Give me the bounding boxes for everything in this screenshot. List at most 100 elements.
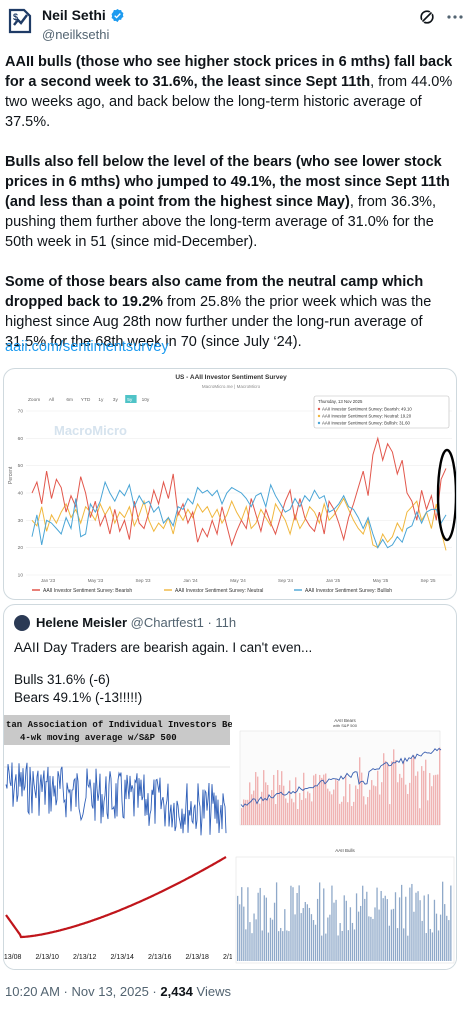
range-button-5y[interactable]: 5y — [127, 397, 133, 403]
bulls-bar — [364, 898, 366, 961]
bulls-bar — [401, 884, 403, 961]
bulls-bar — [439, 914, 442, 961]
range-button-10y[interactable]: 10y — [142, 397, 150, 403]
bulls-chart-plot — [235, 856, 455, 964]
bulls-bar — [275, 882, 278, 961]
more-options-icon[interactable] — [446, 10, 464, 24]
y-tick-label: 10 — [18, 573, 24, 579]
bears-bar — [391, 761, 393, 825]
sentiment-chart-image[interactable]: US - AAII Investor Sentiment Survey Macr… — [3, 368, 457, 600]
bulls-bar — [314, 924, 317, 961]
bears-bar — [431, 786, 433, 825]
bears-bar — [395, 760, 397, 825]
bulls-bar — [427, 894, 429, 961]
bulls-bar — [411, 883, 413, 961]
bears-bar — [269, 798, 271, 825]
bulls-bar — [245, 929, 247, 961]
bulls-bar — [259, 887, 261, 961]
range-button-all[interactable]: All — [49, 397, 54, 403]
bulls-bar — [337, 935, 339, 961]
bulls-bar — [360, 905, 362, 961]
bulls-bar — [429, 928, 431, 961]
bears-bar — [249, 782, 251, 825]
post-timestamp[interactable]: 10:20 AM · Nov 13, 2025 · — [5, 984, 160, 999]
bulls-bar — [304, 901, 306, 961]
bulls-bar — [257, 892, 259, 961]
bulls-bar — [269, 917, 272, 961]
range-button-6m[interactable]: 6m — [66, 397, 73, 403]
quoted-tweet[interactable]: Helene Meisler @Chartfest1 · 11h AAII Da… — [3, 604, 457, 970]
sentiment-survey-link[interactable]: aaii.com/sentimentsurvey — [5, 339, 169, 355]
bulls-bar — [282, 931, 284, 961]
author-handle[interactable]: @neilksethi — [42, 27, 109, 42]
bears-bar — [329, 791, 331, 825]
bulls-bar — [302, 908, 304, 961]
bears-bar — [367, 797, 369, 825]
x-tick-label: Jan '24 — [183, 578, 198, 583]
bulls-bar — [419, 900, 421, 961]
legend-bullish: AAII Investor Sentiment Survey: Bullish — [305, 588, 392, 594]
bulls-bar — [331, 885, 333, 961]
bears-bar — [315, 773, 317, 825]
bears-bar — [277, 770, 279, 825]
author-name[interactable]: Neil Sethi — [42, 7, 106, 23]
bulls-bar — [241, 887, 243, 961]
bears-bar — [411, 758, 413, 825]
bulls-bar — [323, 888, 325, 961]
bears-chart-plot — [239, 730, 442, 826]
bears-bar — [265, 782, 267, 825]
sentiment-line-chart: US - AAII Investor Sentiment Survey Macr… — [8, 374, 456, 594]
bears-bar — [263, 770, 265, 825]
bulls-bar — [448, 920, 450, 961]
bears-bar — [259, 803, 261, 825]
bulls-bar — [319, 882, 321, 961]
bulls-bar — [398, 897, 401, 961]
y-axis-label: Percent — [8, 466, 14, 484]
bulls-bar — [374, 907, 376, 961]
bulls-bar — [286, 930, 288, 961]
bulls-bar — [251, 933, 253, 961]
bulls-bar — [417, 891, 419, 961]
bulls-bar — [392, 908, 395, 961]
quote-images[interactable]: tan Association of Individual Investors … — [4, 715, 457, 970]
bears-bar — [409, 782, 411, 825]
grok-icon[interactable] — [418, 8, 436, 26]
x-tick-label: May '23 — [88, 578, 104, 583]
quote-time[interactable]: 11h — [215, 615, 236, 630]
bulls-bar — [378, 909, 380, 961]
quote-author-handle[interactable]: @Chartfest1 — [131, 615, 204, 630]
range-button-3y[interactable]: 3y — [113, 397, 119, 403]
bulls-bar — [423, 895, 425, 961]
range-button-1y[interactable]: 1y — [98, 397, 104, 403]
bears-bar — [427, 800, 429, 825]
quote-text: AAII Day Traders are bearish again. I ca… — [14, 639, 444, 707]
bulls-bar — [288, 931, 290, 961]
bears-bar — [415, 775, 417, 825]
avatar[interactable]: $ — [6, 6, 34, 36]
x-tick-label: Jan '23 — [41, 578, 56, 583]
bears-bar — [303, 772, 305, 825]
bears-bar — [361, 772, 363, 825]
views-label: Views — [192, 984, 231, 999]
bears-bar — [381, 782, 383, 825]
bulls-bar — [261, 930, 263, 961]
bears-bar — [317, 785, 319, 825]
quote-bears: Bears 49.1% (-13!!!!!) — [14, 690, 143, 705]
chart-series — [31, 436, 447, 551]
range-button-ytd[interactable]: YTD — [81, 397, 91, 403]
bulls-bar — [370, 916, 372, 961]
left-x-tick: 2/13/10 — [36, 954, 59, 961]
verified-badge-icon — [111, 8, 124, 22]
bulls-bar — [386, 899, 388, 961]
left-chart-x-ticks: 2/13/08 2/13/10 2/13/12 2/13/14 2/13/16 2/13/… — [4, 954, 243, 961]
quote-author-name[interactable]: Helene Meisler — [36, 615, 127, 630]
bulls-bar — [431, 932, 434, 961]
bulls-bar — [341, 930, 343, 961]
bears-bar — [291, 798, 293, 825]
bulls-bar — [265, 897, 267, 961]
bears-bar — [297, 809, 299, 825]
bears-bar — [253, 790, 255, 825]
bears-bar — [305, 798, 307, 825]
quote-avatar[interactable] — [14, 615, 30, 631]
bulls-bar — [310, 914, 313, 961]
